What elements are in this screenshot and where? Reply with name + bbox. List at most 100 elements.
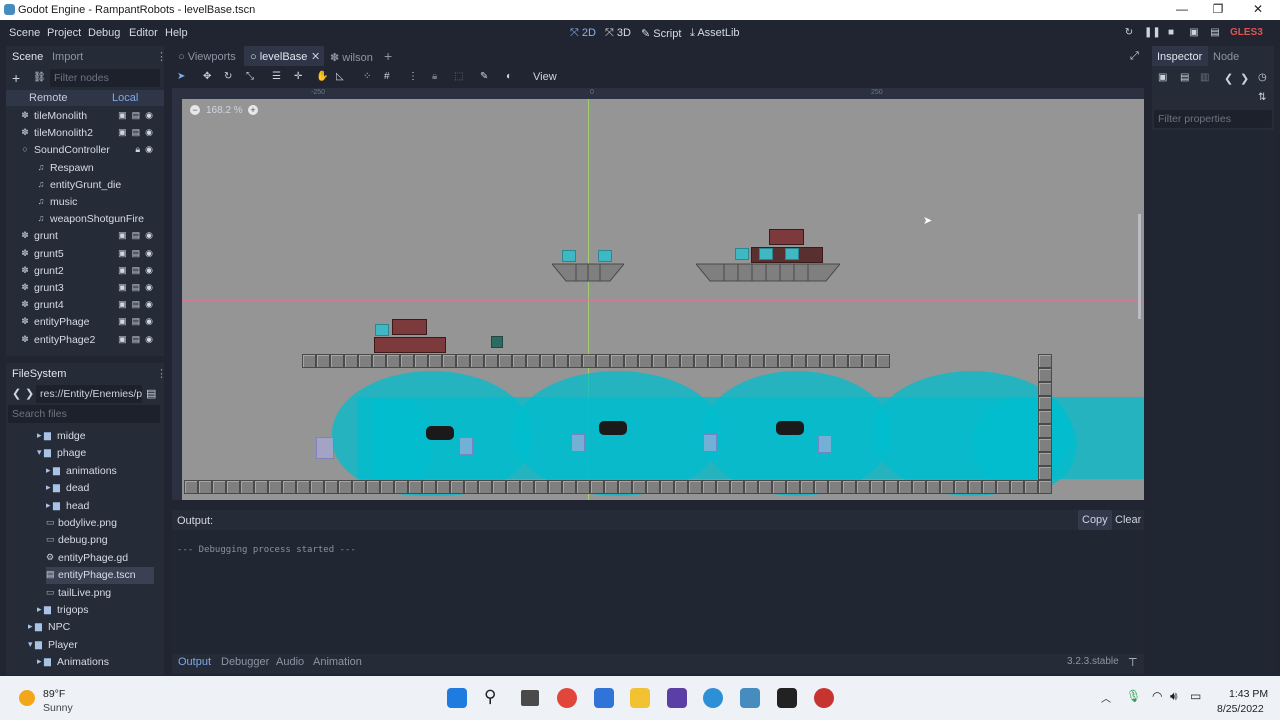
tab-filesystem[interactable]: FileSystem [12, 368, 66, 380]
player-marker[interactable] [491, 336, 503, 348]
camera-override-icon[interactable]: ◐ [506, 71, 512, 82]
scene-node[interactable]: ✽ grunt4 ▣▤◉ [14, 297, 166, 314]
pan-tool-icon[interactable]: ✋ [316, 71, 328, 82]
app-icon[interactable] [703, 688, 723, 708]
move-tool-icon[interactable]: ✥ [203, 71, 211, 82]
menu-project[interactable]: Project [47, 27, 81, 39]
scene-node[interactable]: ✽ grunt2 ▣▤◉ [14, 263, 166, 280]
history-icon[interactable]: ◷ [1258, 72, 1267, 83]
visibility-icon[interactable]: ▣▤◉ [118, 127, 158, 138]
file-item[interactable]: ▸ ▆ Animations [37, 654, 154, 671]
tab-levelbase[interactable]: ○ levelBase ✕ [244, 46, 324, 66]
visibility-icon[interactable]: ▣▤◉ [118, 110, 158, 121]
clock-date[interactable]: 8/25/2022 [1217, 703, 1264, 715]
file-item[interactable]: ▸ ▆ dead [46, 480, 154, 497]
visibility-icon[interactable]: ▣▤◉ [118, 265, 158, 276]
tray-chevron-icon[interactable]: ︿ [1101, 690, 1111, 705]
scene-node[interactable]: ✽ tileMonolith ▣▤◉ [14, 108, 166, 125]
close-icon[interactable]: ✕ [1248, 2, 1268, 16]
play-scene-icon[interactable]: ▣ [1188, 27, 1200, 39]
group-icon[interactable]: ⬚ [454, 71, 463, 82]
visibility-icon[interactable]: ▣▤◉ [118, 334, 158, 345]
file-item[interactable]: ▭ debug.png [46, 532, 154, 549]
file-explorer-icon[interactable] [630, 688, 650, 708]
spawner-marker[interactable] [735, 248, 749, 260]
clear-button[interactable]: Clear [1115, 514, 1141, 526]
tab-inspector[interactable]: Inspector [1157, 51, 1202, 63]
spawner-marker[interactable] [785, 248, 799, 260]
godot-taskbar-icon[interactable] [740, 688, 760, 708]
history-forward-icon[interactable]: ❯ [1240, 72, 1249, 85]
clock-time[interactable]: 1:43 PM [1229, 688, 1268, 700]
rotate-tool-icon[interactable]: ↻ [224, 71, 232, 82]
phage-entity[interactable] [316, 437, 334, 459]
zoom-out-icon[interactable]: − [190, 105, 200, 115]
object-properties-icon[interactable]: ⇅ [1258, 92, 1266, 103]
vertical-scrollbar[interactable] [1138, 214, 1141, 319]
recording-app-icon[interactable] [814, 688, 834, 708]
maximize-icon[interactable]: ❐ [1208, 2, 1228, 16]
visibility-icon[interactable]: ▣▤◉ [118, 282, 158, 293]
tab-viewports[interactable]: ○ Viewports [178, 51, 236, 63]
visibility-icon[interactable]: ▣▤◉ [118, 230, 158, 241]
spawner-marker[interactable] [598, 250, 612, 262]
filter-nodes-input[interactable]: Filter nodes [50, 69, 160, 87]
filter-properties-input[interactable]: Filter properties [1154, 110, 1272, 128]
tab-scene[interactable]: Scene [12, 51, 43, 63]
tab-wilson[interactable]: ✽ wilson [330, 51, 373, 64]
pivot-tool-icon[interactable]: ✛ [294, 71, 302, 82]
grunt-robot[interactable] [426, 426, 454, 440]
file-item[interactable]: ▸ ▆ NPC [28, 619, 154, 636]
pause-icon[interactable]: ❚❚ [1144, 27, 1161, 39]
grunt-robot[interactable] [599, 421, 627, 435]
select-tool-icon[interactable]: ➤ [177, 71, 185, 82]
history-back-icon[interactable]: ❮ [1224, 72, 1233, 85]
new-tab-icon[interactable]: + [384, 48, 392, 64]
back-icon[interactable]: ❮ [12, 387, 21, 400]
workspace-assetlib-button[interactable]: ⤓ AssetLib [690, 27, 740, 40]
workspace-2d-button[interactable]: ⤧ 2D [570, 27, 596, 40]
scale-tool-icon[interactable]: ⤡ [246, 71, 254, 82]
copy-button[interactable]: Copy [1078, 510, 1112, 530]
smart-snap-icon[interactable]: ⁘ [363, 71, 371, 82]
pin-panel-icon[interactable]: ⊤ [1128, 656, 1138, 669]
zoom-in-icon[interactable]: + [248, 105, 258, 115]
bottom-tab-audio[interactable]: Audio [276, 656, 304, 668]
local-toggle[interactable]: Local [112, 92, 138, 104]
link-icon[interactable]: ⛓ [33, 72, 46, 83]
microphone-icon[interactable]: 🎙︎ [1126, 689, 1141, 703]
path-field[interactable]: res://Entity/Enemies/p [36, 385, 142, 403]
phage-entity[interactable] [703, 434, 717, 452]
canvas-viewport[interactable]: − 168.2 % + ➤ [182, 99, 1144, 500]
bottom-tab-debugger[interactable]: Debugger [221, 656, 269, 668]
scene-node[interactable]: ♫ music [14, 194, 166, 211]
phage-entity[interactable] [818, 435, 832, 453]
list-select-icon[interactable]: ☰ [272, 71, 281, 82]
bottom-tab-animation[interactable]: Animation [313, 656, 362, 668]
phage-entity[interactable] [459, 437, 473, 455]
menu-help[interactable]: Help [165, 27, 188, 39]
save-resource-icon[interactable]: ▥ [1200, 72, 1209, 83]
start-menu-icon[interactable] [447, 688, 467, 708]
file-item[interactable]: ▸ ▆ trigops [37, 602, 154, 619]
tab-node[interactable]: Node [1213, 51, 1239, 63]
menu-scene[interactable]: Scene [9, 27, 40, 39]
open-resource-icon[interactable]: ▤ [1180, 72, 1189, 83]
task-view-icon[interactable] [521, 690, 539, 706]
grunt-robot[interactable] [776, 421, 804, 435]
menu-debug[interactable]: Debug [88, 27, 120, 39]
visibility-icon[interactable]: ▣▤◉ [118, 316, 158, 327]
file-item[interactable]: ▾ ▆ phage [37, 445, 154, 462]
bottom-tab-output[interactable]: Output [178, 656, 211, 668]
reload-icon[interactable]: ↻ [1123, 27, 1135, 39]
workspace-3d-button[interactable]: ⤧ 3D [605, 27, 631, 40]
file-item[interactable]: ▤ entityPhage.tscn [46, 567, 154, 585]
spawner-marker[interactable] [562, 250, 576, 262]
scene-node[interactable]: ✽ tileMonolith2 ▣▤◉ [14, 125, 166, 142]
scene-node[interactable]: ○ SoundController 🔒︎◉ [14, 142, 166, 159]
twitch-icon[interactable] [777, 688, 797, 708]
snap-options-icon[interactable]: ⋮ [408, 71, 418, 82]
scene-node[interactable]: ✽ entityPhage ▣▤◉ [14, 314, 166, 331]
scene-node[interactable]: ✽ grunt ▣▤◉ [14, 228, 166, 245]
visibility-icon[interactable]: ▣▤◉ [118, 299, 158, 310]
